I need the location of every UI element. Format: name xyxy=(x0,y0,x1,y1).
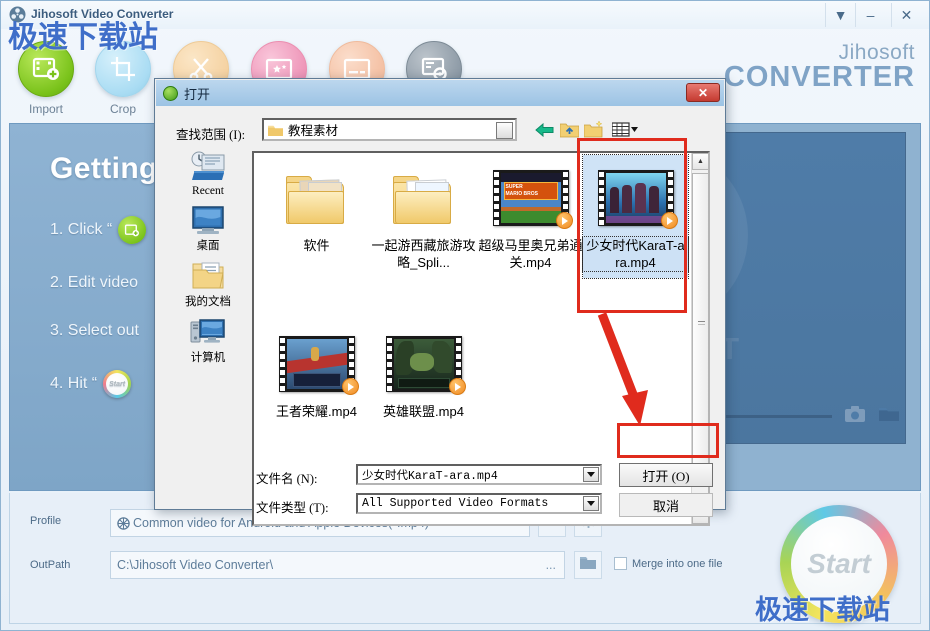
folder-icon xyxy=(264,159,369,237)
file-name-label: 一起游西藏旅游攻略_Spli... xyxy=(371,237,476,271)
filetype-value: All Supported Video Formats xyxy=(362,497,548,510)
folder-icon xyxy=(268,124,283,136)
lookin-combobox[interactable]: 教程素材 ▦ xyxy=(262,118,517,141)
recent-documents-icon xyxy=(168,151,248,183)
profile-label: Profile xyxy=(30,515,61,527)
place-item-mydocuments[interactable]: 我的文档 xyxy=(168,259,248,309)
outpath-label: OutPath xyxy=(30,559,70,571)
file-item-video-mario[interactable]: SUPER MARIO BROS 超级马里奥兄弟通关.mp4 xyxy=(478,159,583,271)
open-file-dialog: 打开 ✕ 查找范围 (I): 教程素材 ▦ xyxy=(154,78,726,510)
dialog-title-bar: 打开 ✕ xyxy=(156,80,724,106)
start-button[interactable]: Start xyxy=(780,505,898,623)
toolbar-label-import: Import xyxy=(7,102,85,116)
video-thumbnail xyxy=(583,159,688,237)
place-label-computer: 计算机 xyxy=(168,349,248,365)
play-badge-icon xyxy=(556,212,573,229)
place-label-recent: Recent xyxy=(168,185,248,197)
minimize-button[interactable]: – xyxy=(855,3,885,27)
film-reel-icon xyxy=(9,6,26,23)
camera-icon[interactable] xyxy=(844,405,866,423)
place-item-computer[interactable]: 计算机 xyxy=(168,315,248,365)
crop-icon xyxy=(95,41,151,97)
video-thumbnail: SUPER MARIO BROS xyxy=(478,159,583,237)
dialog-title: 打开 xyxy=(184,84,210,103)
play-badge-icon xyxy=(342,378,359,395)
app-green-icon xyxy=(163,86,178,101)
filename-combobox[interactable]: 少女时代KaraT-ara.mp4 xyxy=(356,464,602,485)
file-name-label: 超级马里奥兄弟通关.mp4 xyxy=(478,237,583,271)
step-2-text: 2. Edit video xyxy=(50,274,138,292)
view-mode-icon[interactable] xyxy=(611,120,639,139)
folder-icon xyxy=(580,556,596,574)
step-3-text: 3. Select out xyxy=(50,322,139,340)
places-bar: Recent 桌面 xyxy=(168,151,248,526)
open-button[interactable]: 打开 (O) xyxy=(619,463,713,487)
play-badge-icon xyxy=(661,212,678,229)
file-name-label: 软件 xyxy=(264,237,369,254)
merge-checkbox[interactable] xyxy=(614,557,627,570)
folder-icon[interactable] xyxy=(878,405,900,423)
folder-icon xyxy=(371,159,476,237)
chevron-down-icon[interactable] xyxy=(583,496,599,511)
file-item-folder-software[interactable]: 软件 xyxy=(264,159,369,254)
filetype-combobox[interactable]: All Supported Video Formats xyxy=(356,493,602,514)
place-item-recent[interactable]: Recent xyxy=(168,151,248,197)
filename-value: 少女时代KaraT-ara.mp4 xyxy=(362,467,498,483)
toolbar-item-import[interactable]: Import xyxy=(7,41,85,116)
toolbar-label-crop: Crop xyxy=(84,102,162,116)
back-arrow-icon[interactable] xyxy=(534,120,554,139)
lookin-label: 查找范围 (I): xyxy=(176,124,245,143)
merge-checkbox-row[interactable]: Merge into one file xyxy=(614,557,723,570)
filetype-label: 文件类型 (T): xyxy=(256,497,329,516)
up-folder-icon[interactable] xyxy=(559,120,579,139)
file-item-video-honor-of-kings[interactable]: 王者荣耀.mp4 xyxy=(264,325,369,420)
toolbar-item-crop[interactable]: Crop xyxy=(84,41,162,116)
step-4-text: 4. Hit “ xyxy=(50,375,97,393)
outpath-browse-dots[interactable]: ... xyxy=(546,558,556,572)
chevron-down-icon[interactable]: ▦ xyxy=(496,122,513,139)
dialog-close-button[interactable]: ✕ xyxy=(686,83,720,102)
outpath-open-folder-button[interactable] xyxy=(574,551,602,579)
import-film-icon xyxy=(118,216,146,244)
play-badge-icon xyxy=(449,378,466,395)
import-film-icon xyxy=(18,41,74,97)
video-thumbnail xyxy=(371,325,476,403)
scroll-up-button[interactable]: ▲ xyxy=(692,153,709,170)
file-item-video-league-of-legends[interactable]: 英雄联盟.mp4 xyxy=(371,325,476,420)
new-folder-icon[interactable] xyxy=(584,120,604,139)
dialog-body: 查找范围 (I): 教程素材 ▦ xyxy=(156,106,724,508)
scrollbar-thumb[interactable] xyxy=(692,173,709,475)
place-item-desktop[interactable]: 桌面 xyxy=(168,203,248,253)
cancel-button[interactable]: 取消 xyxy=(619,493,713,517)
desktop-icon xyxy=(168,203,248,235)
place-label-desktop: 桌面 xyxy=(168,237,248,253)
annotation-arrow xyxy=(596,310,656,430)
file-name-label: 英雄联盟.mp4 xyxy=(371,403,476,420)
file-name-label: 王者荣耀.mp4 xyxy=(264,403,369,420)
video-thumbnail xyxy=(264,325,369,403)
menu-button[interactable]: ▼ xyxy=(825,3,855,27)
close-button[interactable]: ✕ xyxy=(891,3,921,27)
file-name-label: 少女时代KaraT-ara.mp4 xyxy=(583,237,688,271)
start-button-label: Start xyxy=(807,548,871,580)
outpath-value: C:\Jihosoft Video Converter\ xyxy=(117,558,273,572)
outpath-field[interactable]: C:\Jihosoft Video Converter\ ... xyxy=(110,551,565,579)
computer-icon xyxy=(168,315,248,347)
app-title: Jihosoft Video Converter xyxy=(31,7,173,21)
chevron-down-icon[interactable] xyxy=(583,467,599,482)
place-label-mydocuments: 我的文档 xyxy=(168,293,248,309)
filename-label: 文件名 (N): xyxy=(256,468,317,487)
file-item-folder-tibet-travel[interactable]: 一起游西藏旅游攻略_Spli... xyxy=(371,159,476,271)
title-bar: Jihosoft Video Converter ▼ – ✕ xyxy=(1,1,929,29)
step-1-text: 1. Click “ xyxy=(50,221,112,239)
file-item-video-girls-generation[interactable]: 少女时代KaraT-ara.mp4 xyxy=(583,155,688,278)
start-icon: Start xyxy=(103,370,131,398)
lookin-value: 教程素材 xyxy=(288,120,338,139)
merge-label: Merge into one file xyxy=(632,558,723,570)
format-wheel-icon xyxy=(117,517,130,530)
my-documents-icon xyxy=(168,259,248,291)
